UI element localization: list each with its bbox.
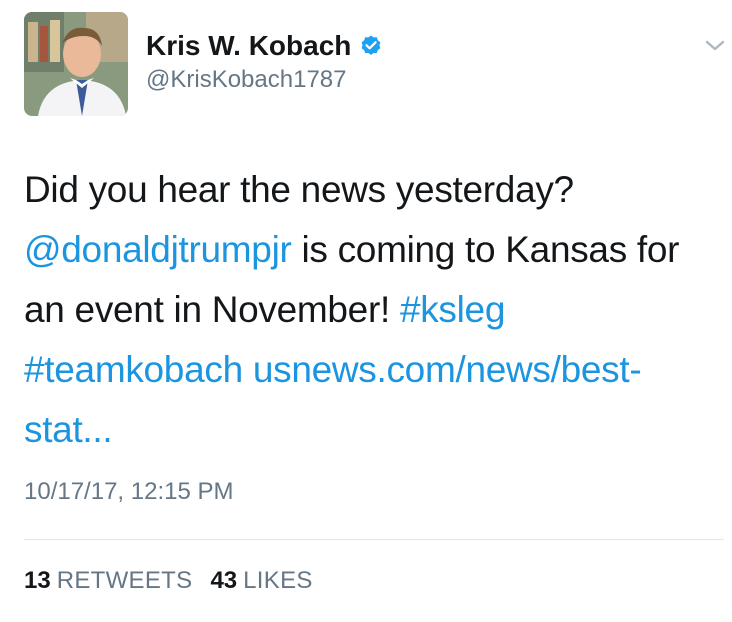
likes-stat[interactable]: 43 LIKES — [210, 567, 312, 595]
mention-link[interactable]: @donaldjtrumpjr — [24, 229, 292, 270]
author-name-row[interactable]: Kris W. Kobach — [146, 28, 383, 64]
likes-count: 43 — [210, 567, 238, 594]
chevron-down-icon[interactable] — [704, 38, 726, 54]
retweets-label: RETWEETS — [56, 567, 193, 594]
avatar[interactable] — [24, 12, 128, 116]
profile-photo-icon — [24, 12, 128, 116]
hashtag-link-teamkobach[interactable]: #teamkobach — [24, 349, 243, 390]
retweets-stat[interactable]: 13 RETWEETS — [24, 567, 192, 595]
tweet-card: Kris W. Kobach @KrisKobach1787 Did you h… — [0, 0, 732, 622]
tweet-text: Did you hear the news yesterday? @donald… — [24, 160, 724, 460]
divider — [24, 539, 724, 540]
verified-badge-icon — [361, 35, 381, 55]
tweet-stats: 13 RETWEETS 43 LIKES — [24, 567, 331, 595]
hashtag-link-ksleg[interactable]: #ksleg — [400, 289, 505, 330]
likes-label: LIKES — [243, 567, 313, 594]
retweets-count: 13 — [24, 567, 51, 594]
tweet-text-line1: Did you hear the news yesterday? — [24, 169, 574, 210]
author-handle[interactable]: @KrisKobach1787 — [146, 66, 346, 94]
tweet-timestamp[interactable]: 10/17/17, 12:15 PM — [24, 478, 233, 506]
display-name[interactable]: Kris W. Kobach — [146, 30, 351, 62]
